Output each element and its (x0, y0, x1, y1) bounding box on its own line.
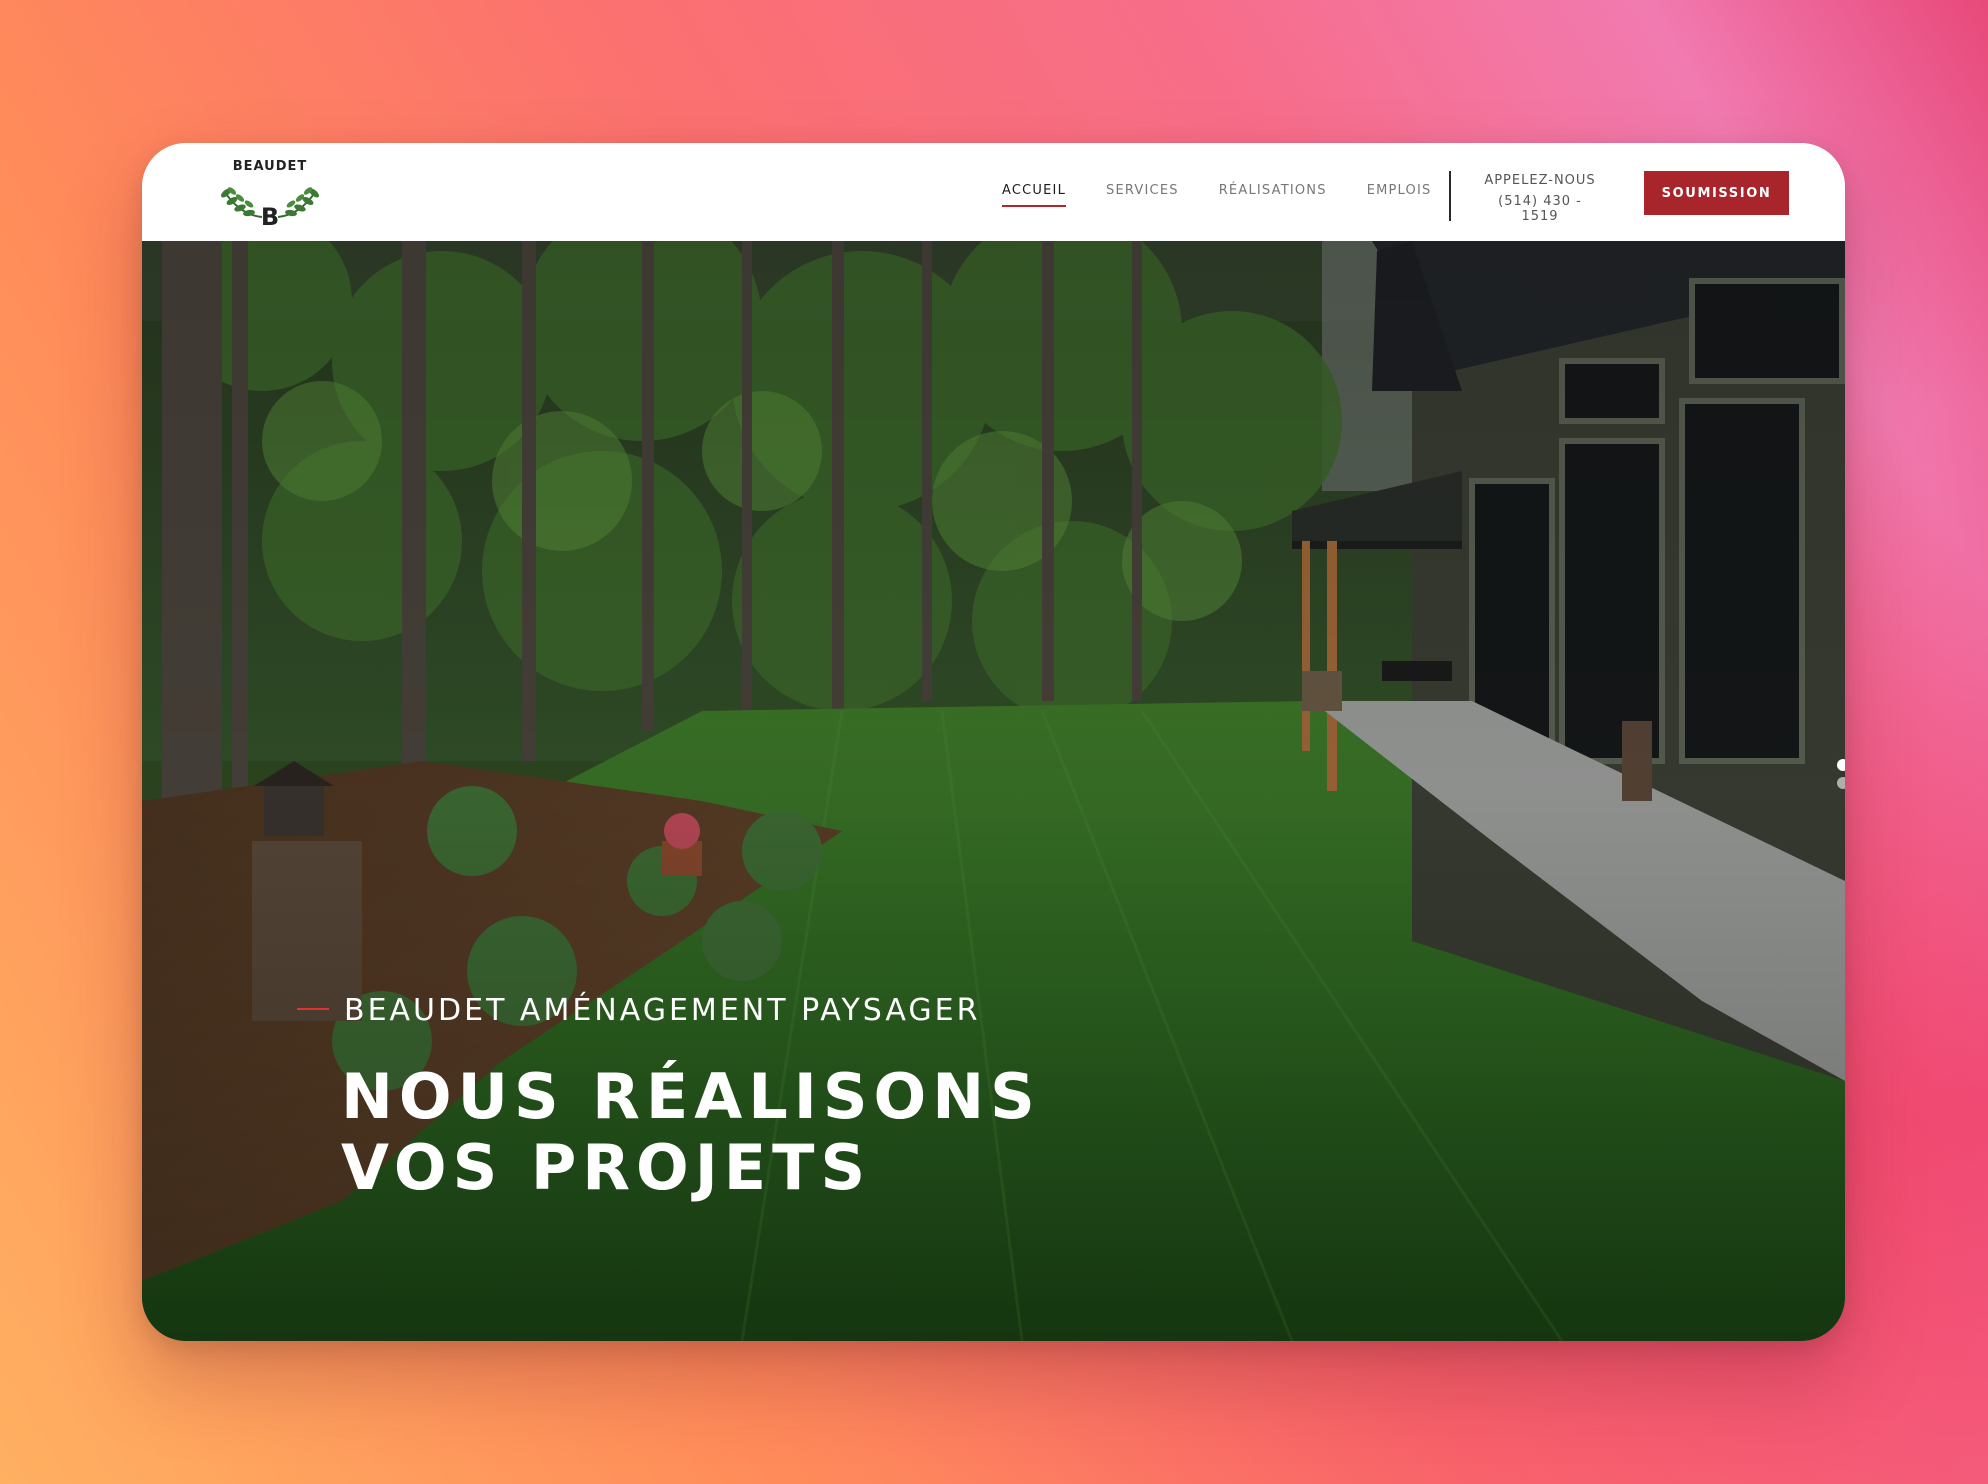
brand-initial: B (261, 203, 279, 229)
nav-item-accueil[interactable]: ACCUEIL (1002, 183, 1067, 207)
site-header: BEAUDET B ACCUEIL SERVICES RÉALISATIONS … (142, 143, 1845, 241)
headline-line-1: NOUS RÉALISONS (341, 1060, 1041, 1133)
slider-dots (1837, 759, 1845, 795)
nav-item-realisations[interactable]: RÉALISATIONS (1219, 183, 1327, 198)
header-divider (1449, 171, 1451, 221)
hero-section: BEAUDET AMÉNAGEMENT PAYSAGER NOUS RÉALIS… (142, 241, 1845, 1341)
phone-number[interactable]: (514) 430 - 1519 (1480, 194, 1600, 224)
hero-kicker: BEAUDET AMÉNAGEMENT PAYSAGER (344, 993, 981, 1028)
nav-item-emplois[interactable]: EMPLOIS (1367, 183, 1432, 198)
brand-logo[interactable]: BEAUDET B (210, 159, 330, 229)
hero-headline: NOUS RÉALISONS VOS PROJETS (341, 1061, 1041, 1203)
headline-line-2: VOS PROJETS (341, 1131, 872, 1204)
browser-window: BEAUDET B ACCUEIL SERVICES RÉALISATIONS … (142, 143, 1845, 1341)
kicker-accent-line (297, 1008, 329, 1010)
slider-dot-2[interactable] (1837, 777, 1845, 789)
nav-item-services[interactable]: SERVICES (1106, 183, 1179, 198)
main-nav: ACCUEIL SERVICES RÉALISATIONS EMPLOIS (1002, 183, 1432, 207)
soumission-button[interactable]: SOUMISSION (1644, 171, 1789, 215)
laurel-icon: B (221, 187, 319, 229)
slider-dot-1[interactable] (1837, 759, 1845, 771)
call-block[interactable]: APPELEZ-NOUS (514) 430 - 1519 (1480, 173, 1600, 224)
call-label: APPELEZ-NOUS (1484, 173, 1596, 188)
